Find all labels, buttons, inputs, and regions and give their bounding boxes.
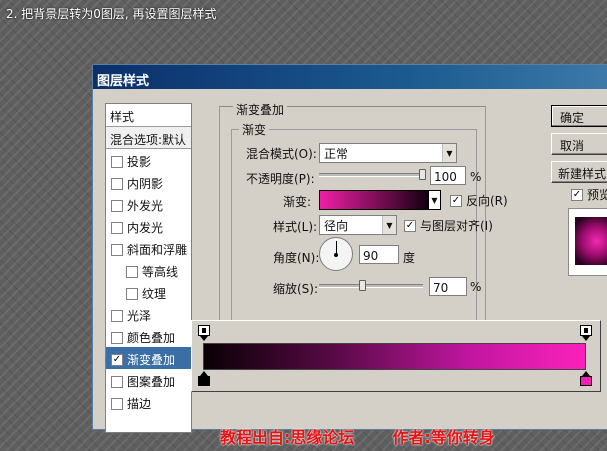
style-item[interactable]: 图案叠加 xyxy=(106,369,191,391)
color-stop-pink[interactable] xyxy=(580,371,592,387)
ok-button[interactable]: 确定 xyxy=(551,105,607,127)
style-item[interactable]: 内发光 xyxy=(106,215,191,237)
styles-header[interactable]: 样式 xyxy=(106,104,191,127)
angle-label: 角度(N): xyxy=(273,251,320,265)
style-list: 样式 混合选项:默认 投影内阴影外发光内发光斜面和浮雕等高线纹理光泽颜色叠加 ✓ 渐… xyxy=(105,103,192,433)
style-select[interactable]: 径向 ▼ xyxy=(319,215,397,235)
gradient-editor-popup xyxy=(191,320,601,392)
gradient-label: 渐变: xyxy=(283,195,312,209)
scale-slider-thumb[interactable] xyxy=(359,280,366,291)
opacity-stop-right[interactable] xyxy=(580,325,592,342)
checkbox-icon[interactable] xyxy=(111,397,123,410)
opacity-slider-thumb[interactable] xyxy=(419,169,426,180)
checkbox-icon: ✓ xyxy=(450,194,462,207)
checkbox-icon: ✓ xyxy=(404,219,416,232)
blend-mode-select[interactable]: 正常 ▼ xyxy=(319,143,457,163)
reverse-checkbox[interactable]: ✓ 反向(R) xyxy=(450,192,508,209)
checkbox-icon[interactable] xyxy=(111,331,123,344)
tutorial-credits: 教程出自:思缘论坛 作者:等你转身 xyxy=(220,424,495,448)
align-with-layer-label: 与图层对齐(I) xyxy=(420,219,493,233)
style-item[interactable]: 描边 xyxy=(106,391,191,413)
blend-mode-value: 正常 xyxy=(324,146,349,161)
tutorial-caption: 2. 把背景层转为0图层, 再设置图层样式 xyxy=(6,7,217,21)
angle-dial-center xyxy=(334,253,338,257)
scale-unit: % xyxy=(470,280,482,294)
preview-swatch xyxy=(575,217,607,265)
scale-slider-track[interactable] xyxy=(319,284,423,288)
checkbox-icon[interactable] xyxy=(126,265,138,278)
checkbox-icon[interactable] xyxy=(111,309,123,322)
style-item[interactable]: 光泽 xyxy=(106,303,191,325)
checkbox-icon[interactable] xyxy=(111,243,123,256)
style-item[interactable]: 投影 xyxy=(106,149,191,171)
cancel-button[interactable]: 取消 xyxy=(551,133,607,155)
chevron-down-icon: ▼ xyxy=(442,144,456,162)
style-item[interactable]: 纹理 xyxy=(106,281,191,303)
style-item-label: 描边 xyxy=(127,397,152,411)
preview-checkbox[interactable]: ✓ 预览(V) xyxy=(571,186,607,203)
style-item-label: 光泽 xyxy=(127,309,152,323)
checkbox-icon[interactable] xyxy=(111,375,123,388)
style-item[interactable]: 斜面和浮雕 xyxy=(106,237,191,259)
checkbox-icon[interactable] xyxy=(111,221,123,234)
style-preview-thumbnail xyxy=(568,208,607,276)
style-item-label: 等高线 xyxy=(142,265,179,279)
scale-input[interactable]: 70 xyxy=(429,277,467,296)
gradient-swatch[interactable] xyxy=(319,190,429,210)
style-item-label: 内发光 xyxy=(127,221,164,235)
checkbox-icon[interactable] xyxy=(111,155,123,168)
color-stop-black[interactable] xyxy=(198,371,210,387)
checkbox-icon[interactable]: ✓ xyxy=(111,353,123,366)
style-item[interactable]: 等高线 xyxy=(106,259,191,281)
opacity-stop-left[interactable] xyxy=(198,325,210,342)
style-item-label: 外发光 xyxy=(127,199,164,213)
checkbox-icon[interactable] xyxy=(126,287,138,300)
credits-author: 作者:等你转身 xyxy=(392,428,495,447)
preview-label: 预览(V) xyxy=(587,188,607,202)
style-item[interactable]: 内阴影 xyxy=(106,171,191,193)
gradient-bar[interactable] xyxy=(203,343,586,370)
checkbox-icon: ✓ xyxy=(571,188,583,201)
chevron-down-icon: ▼ xyxy=(382,216,396,234)
blend-mode-label: 混合模式(O): xyxy=(246,147,317,161)
style-item-label: 渐变叠加 xyxy=(127,353,176,367)
opacity-unit: % xyxy=(470,170,482,184)
style-item-label: 颜色叠加 xyxy=(127,331,176,345)
style-item-label: 斜面和浮雕 xyxy=(127,243,188,257)
style-label: 样式(L): xyxy=(273,220,318,234)
opacity-slider-track[interactable] xyxy=(319,173,425,177)
opacity-input[interactable]: 100 xyxy=(430,166,466,185)
credits-source: 教程出自:思缘论坛 xyxy=(220,428,355,447)
style-item[interactable]: ✓ 渐变叠加 xyxy=(106,347,191,369)
style-item-label: 纹理 xyxy=(142,287,167,301)
style-value: 径向 xyxy=(324,218,349,233)
blend-options-item[interactable]: 混合选项:默认 xyxy=(106,127,191,149)
style-item-label: 内阴影 xyxy=(127,177,164,191)
gradient-subgroup-title: 渐变 xyxy=(239,121,270,138)
checkbox-icon[interactable] xyxy=(111,199,123,212)
checkbox-icon[interactable] xyxy=(111,177,123,190)
gradient-overlay-group-title: 渐变叠加 xyxy=(233,101,288,118)
style-item-label: 图案叠加 xyxy=(127,375,176,389)
chevron-down-icon[interactable]: ▼ xyxy=(429,190,441,210)
new-style-button[interactable]: 新建样式(W)... xyxy=(551,161,607,183)
style-item[interactable]: 颜色叠加 xyxy=(106,325,191,347)
style-item-label: 投影 xyxy=(127,155,152,169)
angle-dial[interactable] xyxy=(319,237,353,271)
angle-unit: 度 xyxy=(403,251,416,265)
angle-input[interactable]: 90 xyxy=(359,245,399,264)
align-with-layer-checkbox[interactable]: ✓ 与图层对齐(I) xyxy=(404,217,493,234)
style-item[interactable]: 外发光 xyxy=(106,193,191,215)
gradient-picker[interactable]: ▼ xyxy=(319,190,441,210)
reverse-label: 反向(R) xyxy=(466,194,508,208)
scale-label: 缩放(S): xyxy=(273,282,319,296)
opacity-label: 不透明度(P): xyxy=(246,172,315,186)
dialog-title: 图层样式 xyxy=(93,65,607,89)
